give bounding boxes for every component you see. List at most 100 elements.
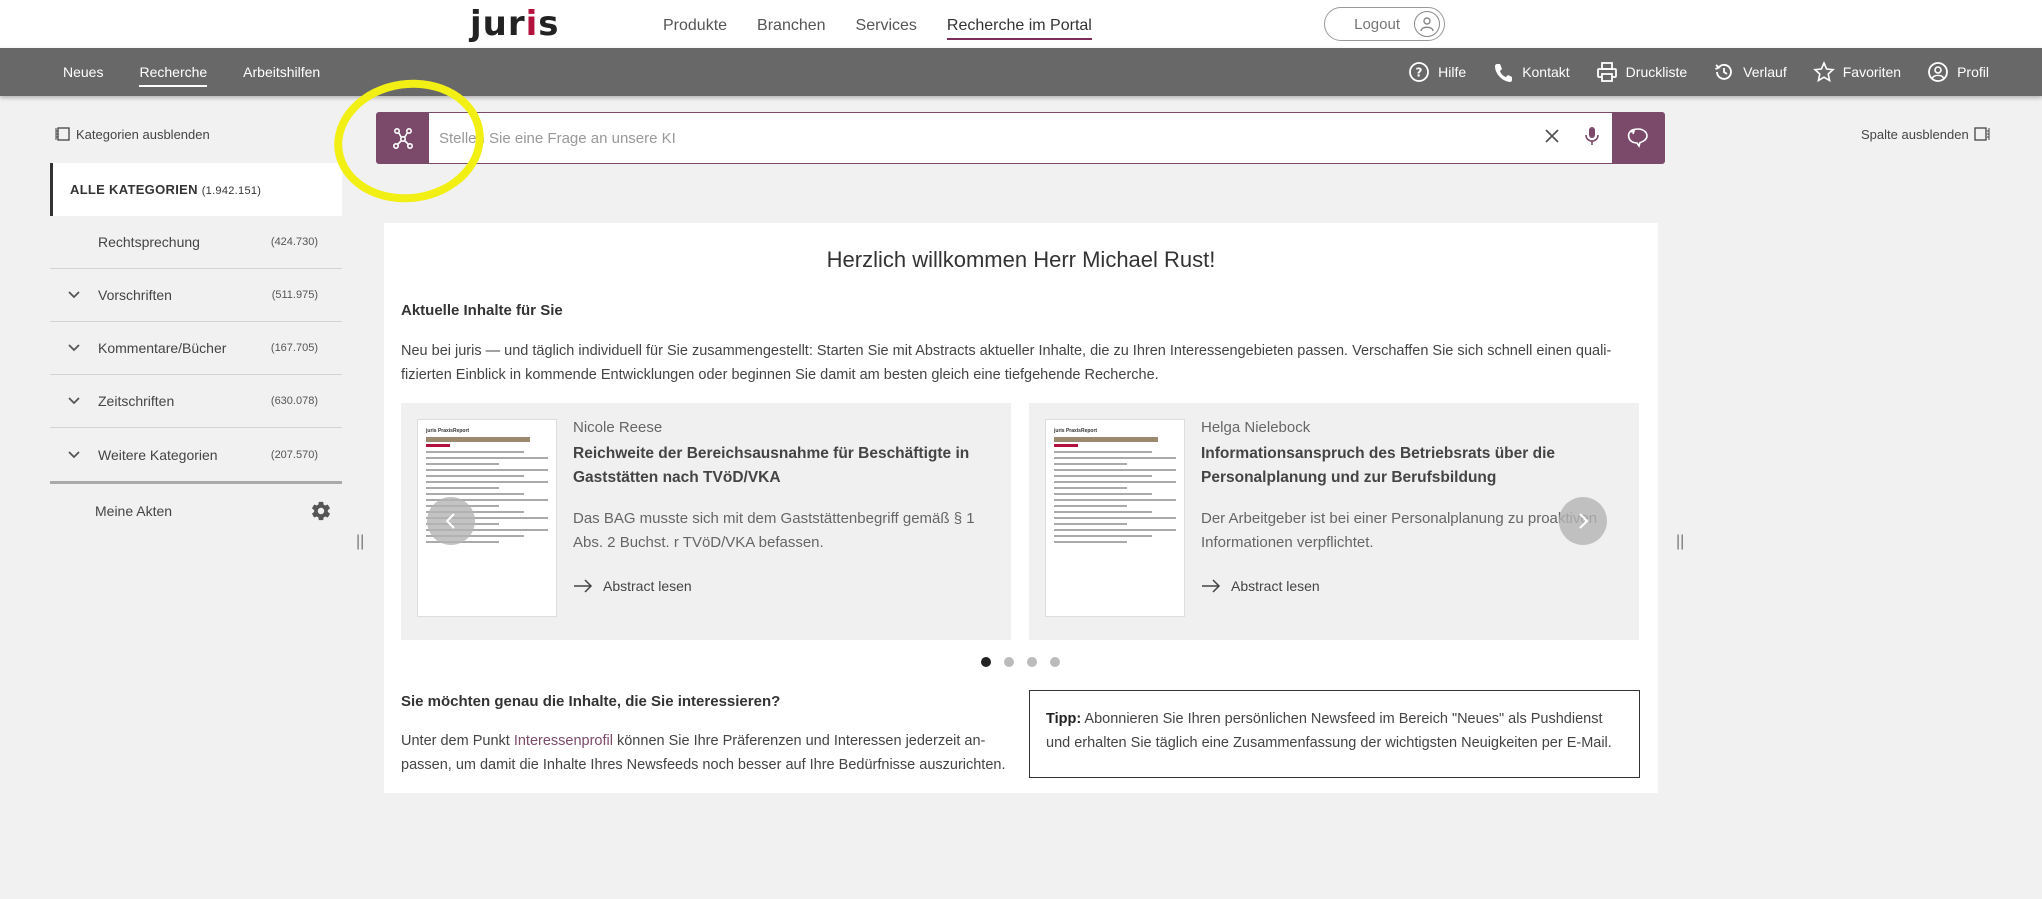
thumbnail-line (426, 457, 548, 459)
abstract-link[interactable]: Abstract lesen (573, 578, 692, 594)
thumbnail-brand: juris PraxisReport (426, 428, 470, 434)
printer-icon (1596, 62, 1617, 82)
nav-produkte[interactable]: Produkte (648, 0, 742, 48)
favorites-link[interactable]: Favoriten (1800, 48, 1914, 96)
juris-logo[interactable]: juris (470, 4, 560, 44)
favorites-label: Favoriten (1842, 64, 1902, 80)
abstract-link[interactable]: Abstract lesen (1201, 578, 1320, 594)
meine-akten[interactable]: Meine Akten (50, 484, 342, 538)
main-nav: Produkte Branchen Services Recherche im … (648, 0, 1107, 48)
interests-text-pre: Unter dem Punkt (401, 733, 514, 749)
chevron-down-icon[interactable] (50, 447, 98, 463)
card-title[interactable]: Reichweite der Bereichsausnahme für Besc… (573, 442, 983, 490)
newsfeed-card: Herzlich willkommen Herr Michael Rust! A… (384, 223, 1658, 793)
thumbnail-line (1054, 505, 1128, 507)
card-description: Das BAG musste sich mit dem Gaststättenb… (573, 510, 975, 551)
thumbnail-line (1054, 475, 1152, 477)
chevron-down-icon[interactable] (50, 393, 98, 409)
help-icon: ? (1409, 62, 1430, 82)
submit-question-button[interactable] (1612, 113, 1664, 163)
abstract-card[interactable]: juris PraxisReport Nicole Reese Reichwei… (401, 403, 1011, 640)
left-splitter-handle[interactable]: || (356, 533, 364, 551)
microphone-icon (1585, 126, 1599, 145)
gear-icon[interactable] (310, 500, 332, 522)
category-weitere[interactable]: Weitere Kategorien (207.570) (50, 428, 342, 481)
clear-search-button[interactable] (1532, 128, 1572, 149)
chevron-down-icon[interactable] (50, 340, 98, 356)
chevron-down-icon[interactable] (50, 287, 98, 303)
nav-recherche-im-portal[interactable]: Recherche im Portal (932, 0, 1107, 48)
current-content-text: Neu bei juris — und täglich individuell … (401, 343, 1612, 383)
thumbnail-line (1054, 457, 1176, 459)
tab-neues[interactable]: Neues (45, 48, 121, 96)
profile-label: Profil (1957, 64, 1989, 80)
category-zeitschriften[interactable]: Zeitschriften (630.078) (50, 375, 342, 428)
interest-profile-link[interactable]: Interessenprofil (514, 733, 613, 749)
nav-label: Services (855, 17, 917, 34)
help-link[interactable]: ? Hilfe (1395, 48, 1479, 96)
category-count: (511.975) (271, 289, 318, 301)
category-label: Kommentare/Bücher (98, 340, 227, 356)
thumbnail-line (426, 475, 524, 477)
card-title[interactable]: Informationsanspruch des Betriebsrats üb… (1201, 442, 1611, 490)
tab-label: Recherche (139, 64, 208, 87)
category-rechtsprechung[interactable]: Rechtsprechung (424.730) (50, 216, 342, 269)
nav-label: Branchen (757, 17, 826, 34)
hide-categories-toggle[interactable]: Kategorien ausblenden (55, 126, 210, 142)
thumbnail-line (1054, 469, 1176, 471)
contact-link[interactable]: Kontakt (1479, 48, 1582, 96)
history-label: Verlauf (1743, 64, 1787, 80)
nav-services[interactable]: Services (841, 0, 932, 48)
panel-icon (55, 127, 70, 141)
category-count: (424.730) (270, 236, 318, 248)
thumbnail-line (1054, 517, 1176, 519)
help-label: Hilfe (1438, 64, 1467, 80)
right-splitter-handle[interactable]: || (1676, 533, 1684, 551)
category-all-count: (1.942.151) (201, 185, 262, 197)
carousel-dot[interactable] (981, 657, 991, 667)
card-author: Nicole Reese (573, 419, 663, 436)
abstract-card[interactable]: juris PraxisReport Helga Nielebock Infor… (1029, 403, 1639, 640)
category-vorschriften[interactable]: Vorschriften (511.975) (50, 269, 342, 322)
hide-column-toggle[interactable]: Spalte ausblenden (1861, 126, 1990, 142)
thumbnail-line (1054, 463, 1128, 465)
thumbnail-line (1054, 535, 1152, 537)
category-kommentare-buecher[interactable]: Kommentare/Bücher (167.705) (50, 322, 342, 375)
category-count: (207.570) (270, 448, 318, 461)
tab-arbeitshilfen[interactable]: Arbeitshilfen (225, 48, 338, 96)
nav-branchen[interactable]: Branchen (742, 0, 841, 48)
history-link[interactable]: Verlauf (1700, 48, 1800, 96)
category-label: Rechtsprechung (98, 234, 200, 250)
profile-icon (1928, 62, 1948, 82)
thumbnail-line (426, 481, 548, 483)
user-icon (1414, 11, 1440, 37)
carousel-next-button[interactable] (1559, 497, 1607, 545)
printlist-link[interactable]: Druckliste (1583, 48, 1700, 96)
chat-bubble-icon (1627, 128, 1648, 148)
thumbnail-line (426, 463, 500, 465)
ki-search-input[interactable] (429, 114, 1532, 162)
carousel-prev-button[interactable] (427, 497, 475, 545)
tip-label: Tipp: (1046, 711, 1082, 727)
current-content-heading: Aktuelle Inhalte für Sie (401, 302, 563, 319)
tab-recherche[interactable]: Recherche (121, 48, 225, 96)
card-author: Helga Nielebock (1201, 419, 1311, 436)
thumbnail-line (426, 469, 548, 471)
category-label: Vorschriften (98, 287, 172, 303)
thumbnail-line (1054, 451, 1152, 453)
section-nav: Neues Recherche Arbeitshilfen (45, 48, 338, 96)
profile-link[interactable]: Profil (1914, 48, 2002, 96)
carousel-dot[interactable] (1004, 657, 1014, 667)
top-bar: juris Produkte Branchen Services Recherc… (0, 0, 2042, 48)
star-icon (1812, 61, 1835, 83)
category-all-label: ALLE KATEGORIEN (70, 182, 198, 197)
category-all[interactable]: ALLE KATEGORIEN (1.942.151) (50, 163, 342, 216)
document-thumbnail[interactable]: juris PraxisReport (1045, 419, 1185, 617)
voice-input-button[interactable] (1572, 126, 1612, 151)
carousel-dot[interactable] (1027, 657, 1037, 667)
carousel-dot[interactable] (1050, 657, 1060, 667)
contact-label: Kontakt (1522, 64, 1570, 80)
svg-text:?: ? (1416, 66, 1423, 80)
logout-button[interactable]: Logout (1324, 7, 1445, 41)
thumbnail-line (426, 493, 524, 495)
